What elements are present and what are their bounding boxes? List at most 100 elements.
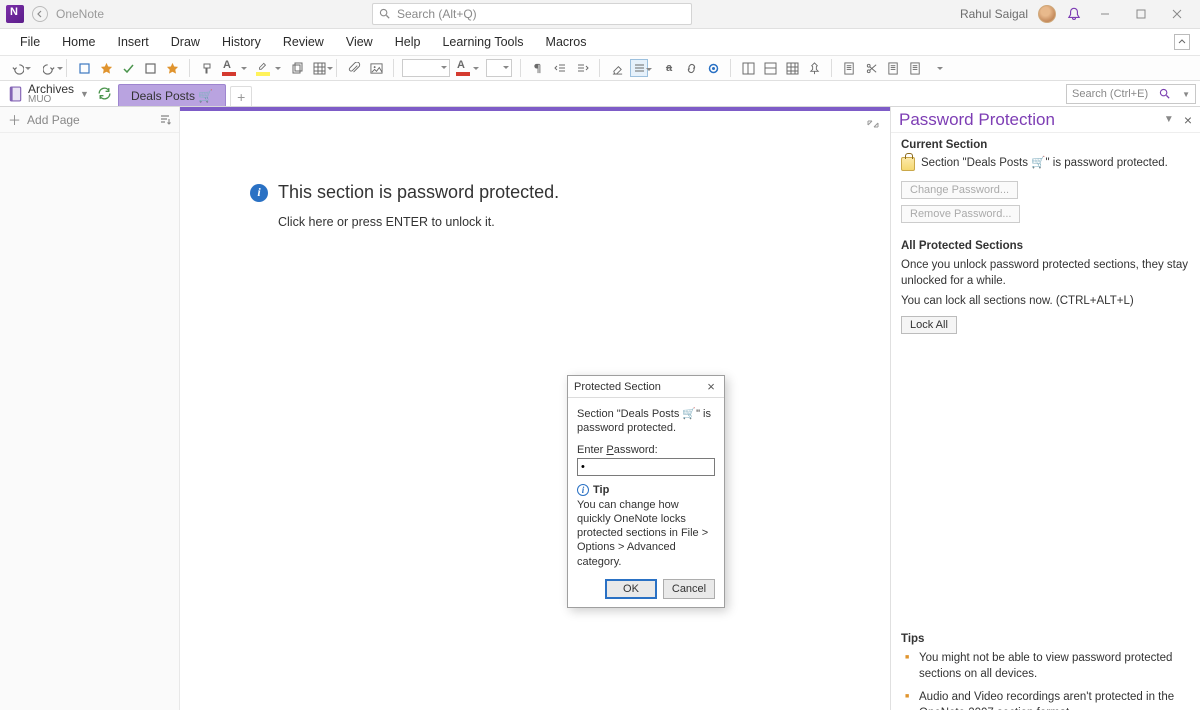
search-scope-dropdown[interactable]: ▼ <box>1182 90 1190 99</box>
new-page-button[interactable] <box>840 59 858 77</box>
window-close[interactable] <box>1164 4 1190 24</box>
attach-file-button[interactable] <box>345 59 363 77</box>
quick-access-toolbar: A A a <box>0 55 1200 81</box>
section-tab-label: Deals Posts 🛒 <box>131 89 213 103</box>
redo-button[interactable] <box>40 59 58 77</box>
layout-2-button[interactable] <box>761 59 779 77</box>
notebook-title[interactable]: Archives <box>28 83 74 95</box>
window-minimize[interactable] <box>1092 4 1118 24</box>
pane-dropdown[interactable]: ▼ <box>1164 114 1174 125</box>
add-section-tab[interactable]: + <box>230 86 252 106</box>
title-bar: OneNote Search (Alt+Q) Rahul Saigal <box>0 0 1200 29</box>
back-button[interactable] <box>32 6 48 22</box>
section-tab-deals-posts[interactable]: Deals Posts 🛒 <box>118 84 226 106</box>
menu-learning-tools[interactable]: Learning Tools <box>432 31 533 53</box>
collapse-ribbon-button[interactable] <box>1174 34 1190 50</box>
pane-close-button[interactable]: × <box>1184 112 1192 128</box>
tip-item: You might not be able to view password p… <box>905 650 1190 682</box>
insert-image-button[interactable] <box>367 59 385 77</box>
menu-review[interactable]: Review <box>273 31 334 53</box>
menu-draw[interactable]: Draw <box>161 31 210 53</box>
page-2-button[interactable] <box>884 59 902 77</box>
info-icon: i <box>250 184 268 202</box>
window-maximize[interactable] <box>1128 4 1154 24</box>
dialog-title: Protected Section <box>574 381 661 393</box>
font-color-2-button[interactable]: A <box>454 59 474 77</box>
menu-history[interactable]: History <box>212 31 271 53</box>
cancel-button[interactable]: Cancel <box>663 579 715 599</box>
add-page-button[interactable]: ＋ Add Page <box>0 107 179 133</box>
notification-icon[interactable] <box>1066 6 1082 22</box>
menu-home[interactable]: Home <box>52 31 105 53</box>
notebook-dropdown[interactable]: ▼ <box>78 81 91 106</box>
app-icon <box>6 5 24 23</box>
page-canvas[interactable]: i This section is password protected. Cl… <box>180 107 890 710</box>
remove-password-button[interactable]: Remove Password... <box>901 205 1020 223</box>
page-search-input[interactable]: Search (Ctrl+E) ▼ <box>1066 84 1196 104</box>
square-tag-button[interactable] <box>141 59 159 77</box>
tips-heading: Tips <box>901 633 1190 645</box>
font-name-selector[interactable] <box>402 59 450 77</box>
check-tag-button[interactable] <box>119 59 137 77</box>
eraser-button[interactable] <box>608 59 626 77</box>
page-3-button[interactable] <box>906 59 924 77</box>
highlight-button[interactable] <box>254 59 276 77</box>
font-color-button[interactable]: A <box>220 59 242 77</box>
search-icon <box>379 8 391 20</box>
undo-button[interactable] <box>8 59 26 77</box>
page-list-panel: ＋ Add Page <box>0 107 180 710</box>
layout-1-button[interactable] <box>739 59 757 77</box>
all-protected-msg: Once you unlock password protected secti… <box>901 257 1190 289</box>
expand-page-icon[interactable] <box>866 117 880 131</box>
app-name: OneNote <box>56 7 104 21</box>
global-search[interactable]: Search (Alt+Q) <box>372 3 692 25</box>
menu-view[interactable]: View <box>336 31 383 53</box>
format-painter-button[interactable] <box>198 59 216 77</box>
important-tag-button[interactable] <box>97 59 115 77</box>
star-tag-button[interactable] <box>163 59 181 77</box>
password-input[interactable] <box>577 458 715 476</box>
change-password-button[interactable]: Change Password... <box>901 181 1018 199</box>
menu-insert[interactable]: Insert <box>108 31 159 53</box>
ok-button[interactable]: OK <box>605 579 657 599</box>
dialog-close-button[interactable]: × <box>704 380 718 394</box>
font-size-selector[interactable] <box>486 59 512 77</box>
pin-button[interactable] <box>805 59 823 77</box>
user-name[interactable]: Rahul Saigal <box>960 7 1028 21</box>
indent-left-button[interactable] <box>551 59 569 77</box>
unlock-hint[interactable]: Click here or press ENTER to unlock it. <box>278 215 495 229</box>
todo-tag-button[interactable] <box>75 59 93 77</box>
menu-file[interactable]: File <box>10 31 50 53</box>
sync-icon[interactable] <box>91 81 118 106</box>
lock-icon <box>901 157 915 171</box>
user-avatar[interactable] <box>1038 5 1056 23</box>
all-protected-title: All Protected Sections <box>901 240 1190 252</box>
tip-item: Audio and Video recordings aren't protec… <box>905 689 1190 710</box>
layout-3-button[interactable] <box>783 59 801 77</box>
protected-section-dialog: Protected Section × Section "Deals Posts… <box>567 375 725 608</box>
password-protection-pane: Password Protection ▼ × Current Section … <box>890 107 1200 710</box>
indent-right-button[interactable] <box>573 59 591 77</box>
locked-heading: This section is password protected. <box>278 182 559 203</box>
menu-help[interactable]: Help <box>385 31 431 53</box>
menu-macros[interactable]: Macros <box>536 31 597 53</box>
copy-button[interactable] <box>288 59 306 77</box>
add-page-label: Add Page <box>27 113 80 127</box>
tip-text: You can change how quickly OneNote locks… <box>577 498 715 569</box>
pilcrow-button[interactable] <box>529 59 547 77</box>
link-button[interactable] <box>682 59 700 77</box>
notebook-icon[interactable] <box>6 81 24 106</box>
sort-pages-icon[interactable] <box>158 113 171 126</box>
cut-button[interactable] <box>862 59 880 77</box>
lock-all-button[interactable]: Lock All <box>901 316 957 334</box>
record-button[interactable] <box>704 59 722 77</box>
page-search-placeholder: Search (Ctrl+E) <box>1072 88 1148 100</box>
view-mode-button[interactable] <box>630 59 648 77</box>
notebook-subtitle: MUO <box>28 95 74 105</box>
notebook-tab-bar: Archives MUO ▼ Deals Posts 🛒 + Search (C… <box>0 81 1200 107</box>
table-button[interactable] <box>310 59 328 77</box>
toolbar-overflow[interactable] <box>928 59 938 77</box>
strikethrough-button[interactable]: a <box>660 59 678 77</box>
tip-label: Tip <box>593 484 609 496</box>
tip-icon: i <box>577 484 589 496</box>
